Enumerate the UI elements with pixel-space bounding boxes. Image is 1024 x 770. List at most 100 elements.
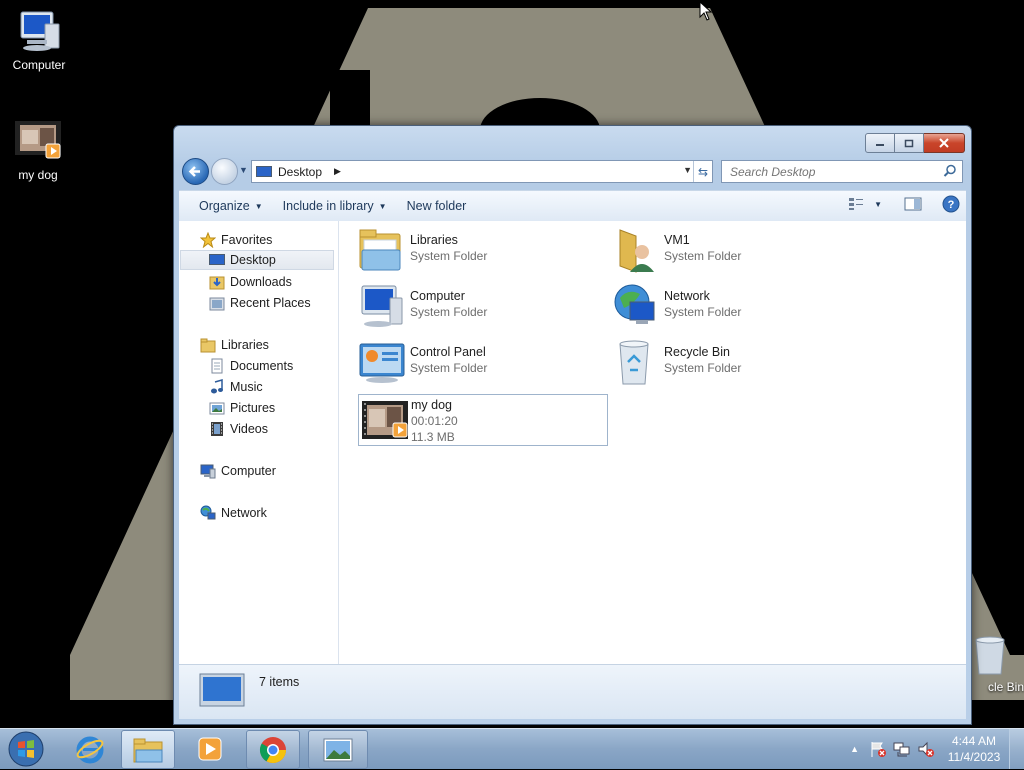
libraries-folder-icon (358, 226, 410, 274)
folder-icon (133, 738, 163, 762)
taskbar-photo-viewer[interactable] (308, 730, 368, 769)
navigation-pane: Favorites Desktop Downloads Recent Place… (179, 221, 339, 664)
item-name: VM1 (664, 233, 690, 247)
nav-videos-label: Videos (230, 422, 268, 436)
computer-icon (15, 10, 63, 54)
nav-desktop[interactable]: Desktop (180, 250, 334, 270)
maximize-button[interactable] (895, 133, 924, 153)
item-name: Libraries (410, 233, 458, 247)
mouse-cursor-icon (699, 1, 713, 21)
search-input[interactable] (728, 163, 937, 180)
back-button[interactable] (182, 158, 209, 185)
volume-muted-icon[interactable] (917, 740, 935, 758)
desktop-icon-computer[interactable]: Computer (1, 10, 77, 72)
breadcrumb-chevron-icon[interactable]: ▶ (334, 166, 341, 177)
show-hidden-icons-icon[interactable]: ▲ (850, 744, 859, 754)
nav-recent-places[interactable]: Recent Places (209, 293, 311, 313)
music-icon (211, 379, 223, 394)
breadcrumb-desktop[interactable]: Desktop (278, 165, 322, 179)
include-in-library-label: Include in library (282, 199, 374, 213)
nav-downloads[interactable]: Downloads (209, 272, 292, 292)
file-list: Libraries System Folder VM1 System Folder … (339, 221, 966, 664)
network-icon (612, 282, 664, 330)
nav-videos[interactable]: Videos (209, 419, 268, 439)
system-tray: ▲ 4:44 AM 11/4/2023 (850, 729, 1024, 769)
address-bar[interactable]: Desktop ▶ ▼ ⇆ (251, 160, 713, 183)
action-center-flag-icon[interactable] (869, 740, 887, 758)
item-vm1[interactable]: VM1 System Folder (612, 226, 860, 276)
chrome-icon (259, 736, 287, 763)
star-icon (200, 232, 216, 248)
item-type: System Folder (664, 249, 742, 263)
nav-libraries[interactable]: Libraries (200, 335, 269, 355)
start-button[interactable] (6, 731, 46, 767)
nav-pictures[interactable]: Pictures (209, 398, 275, 418)
libraries-icon (200, 338, 216, 353)
nav-network[interactable]: Network (200, 503, 267, 523)
nav-documents[interactable]: Documents (209, 356, 293, 376)
address-dropdown-icon[interactable]: ▼ (683, 165, 692, 175)
taskbar-windows-explorer[interactable] (121, 730, 175, 769)
new-folder-button[interactable]: New folder (397, 199, 477, 213)
item-recycle-bin[interactable]: Recycle Bin System Folder (612, 338, 860, 388)
item-computer[interactable]: Computer System Folder (358, 282, 606, 332)
help-icon[interactable]: ? (942, 195, 960, 213)
item-name: Network (664, 289, 710, 303)
nav-favorites[interactable]: Favorites (200, 230, 272, 250)
documents-icon (211, 358, 223, 374)
item-control-panel[interactable]: Control Panel System Folder (358, 338, 606, 388)
forward-button[interactable] (211, 158, 238, 185)
view-options-dropdown-icon[interactable]: ▼ (874, 200, 882, 209)
chevron-down-icon: ▼ (254, 201, 263, 211)
nav-music[interactable]: Music (209, 377, 263, 397)
nav-desktop-label: Desktop (230, 253, 276, 267)
include-in-library-button[interactable]: Include in library ▼ (273, 199, 397, 213)
explorer-window: ▼ Desktop ▶ ▼ ⇆ Organize ▼ (173, 125, 972, 725)
item-network[interactable]: Network System Folder (612, 282, 860, 332)
preview-pane-icon[interactable] (904, 197, 922, 211)
internet-explorer-icon (76, 736, 104, 763)
pictures-icon (209, 402, 225, 415)
computer-icon (358, 282, 410, 330)
desktop-icon-label: Computer (12, 58, 66, 72)
taskbar-media-player[interactable] (184, 730, 236, 767)
desktop: Computer my dog cle Bin ▼ Desktop ▶ ▼ ⇆ … (0, 0, 1024, 728)
item-duration: 00:01:20 (411, 414, 458, 428)
recent-pages-dropdown[interactable]: ▼ (239, 165, 249, 175)
nav-favorites-label: Favorites (221, 233, 273, 247)
nav-documents-label: Documents (230, 359, 294, 373)
back-arrow-icon (188, 166, 200, 177)
photo-viewer-icon (323, 738, 353, 761)
clock[interactable]: 4:44 AM 11/4/2023 (939, 733, 1009, 765)
show-desktop-button[interactable] (1009, 729, 1024, 769)
command-bar: Organize ▼ Include in library ▼ New folder… (179, 190, 966, 222)
recycle-bin-icon (972, 632, 1008, 676)
item-type: System Folder (410, 361, 488, 375)
search-box[interactable] (721, 160, 963, 183)
item-name: my dog (411, 398, 452, 412)
network-status-icon[interactable] (893, 740, 911, 758)
close-button[interactable] (924, 133, 965, 153)
details-pane: 7 items (179, 664, 966, 719)
item-type: System Folder (410, 249, 488, 263)
item-name: Recycle Bin (664, 345, 730, 359)
recycle-bin-icon (612, 338, 664, 386)
minimize-icon (876, 144, 884, 146)
control-panel-icon (358, 338, 410, 386)
desktop-icon-my-dog[interactable]: my dog (0, 120, 76, 182)
item-type: System Folder (664, 361, 742, 375)
organize-button[interactable]: Organize ▼ (189, 199, 273, 213)
taskbar-chrome[interactable] (246, 730, 300, 769)
nav-computer[interactable]: Computer (200, 461, 276, 481)
nav-recent-places-label: Recent Places (230, 296, 311, 310)
media-player-icon (198, 737, 222, 760)
refresh-icon: ⇆ (697, 164, 709, 179)
minimize-button[interactable] (865, 133, 895, 153)
item-my-dog[interactable]: my dog 00:01:20 11.3 MB (358, 394, 608, 446)
item-libraries[interactable]: Libraries System Folder (358, 226, 606, 276)
change-view-icon[interactable] (848, 197, 864, 211)
new-folder-label: New folder (406, 199, 467, 213)
taskbar-internet-explorer[interactable] (64, 730, 116, 767)
nav-pictures-label: Pictures (230, 401, 276, 415)
refresh-button[interactable]: ⇆ (693, 161, 712, 182)
